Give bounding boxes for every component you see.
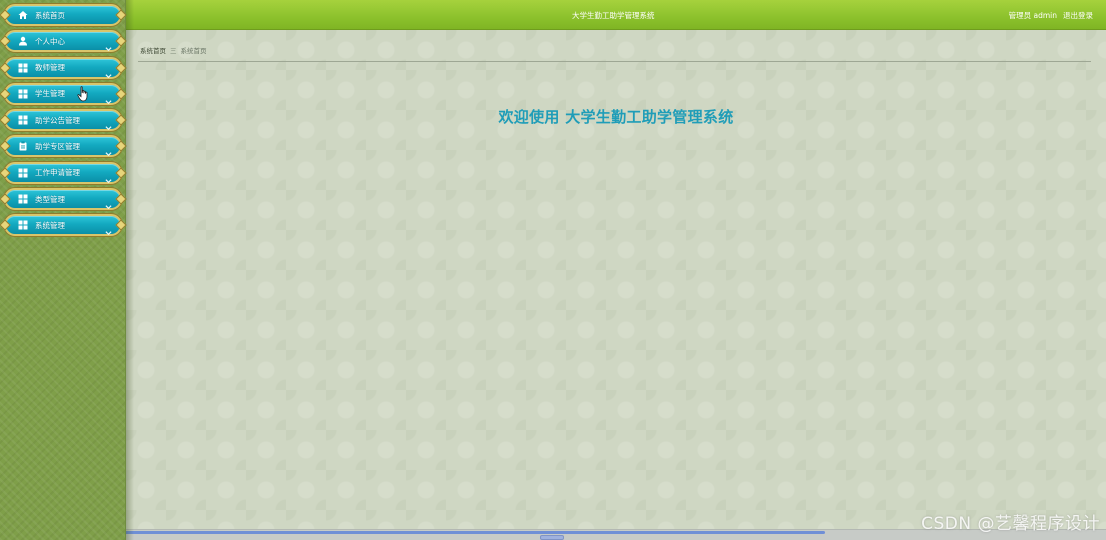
sidebar-menu: 系统首页 个人中心 教师管理 学生管理 助学公告管理 助学专区管理 工作申请管理… [4, 4, 122, 241]
sidebar-item-label: 助学专区管理 [35, 141, 80, 151]
breadcrumb-home-link[interactable]: 系统首页 [140, 45, 166, 55]
sidebar-item-profile[interactable]: 个人中心 [4, 30, 122, 53]
chevron-down-icon [105, 38, 112, 52]
sidebar-item-announcements[interactable]: 助学公告管理 [4, 109, 122, 132]
sidebar-item-types[interactable]: 类型管理 [4, 188, 122, 211]
home-icon [18, 10, 28, 20]
grid-icon [18, 89, 28, 99]
chevron-down-icon [105, 196, 112, 210]
main-content: 系统首页 三 系统首页 欢迎使用 大学生勤工助学管理系统 [126, 30, 1106, 530]
current-user-label: 管理员 admin [1008, 11, 1057, 20]
header-user-area: 管理员 admin 退出登录 [1009, 10, 1093, 21]
watermark-text: CSDN @艺馨程序设计 [921, 514, 1100, 534]
chevron-down-icon [105, 169, 112, 183]
sidebar-item-label: 类型管理 [35, 194, 65, 204]
grid-icon [18, 220, 28, 230]
sidebar-item-label: 教师管理 [35, 63, 65, 73]
top-header: 大学生勤工助学管理系统 管理员 admin 退出登录 [126, 0, 1106, 30]
logout-link[interactable]: 退出登录 [1063, 10, 1093, 21]
sidebar-item-label: 系统首页 [35, 10, 65, 20]
breadcrumb-current: 系统首页 [180, 47, 207, 55]
sidebar-item-teachers[interactable]: 教师管理 [4, 56, 122, 79]
breadcrumb-divider [138, 61, 1091, 62]
chevron-down-icon [105, 90, 112, 105]
sidebar-item-label: 工作申请管理 [35, 168, 80, 178]
sidebar-item-aid-zone[interactable]: 助学专区管理 [4, 135, 122, 158]
chevron-down-icon [105, 222, 112, 236]
sidebar: 系统首页 个人中心 教师管理 学生管理 助学公告管理 助学专区管理 工作申请管理… [0, 0, 126, 540]
chevron-down-icon [105, 143, 112, 157]
sidebar-item-job-applications[interactable]: 工作申请管理 [4, 161, 122, 184]
grid-icon [18, 194, 28, 204]
scrollbar-grip[interactable] [540, 535, 564, 540]
sidebar-item-label: 系统管理 [35, 220, 65, 230]
chevron-down-icon [105, 64, 112, 78]
welcome-heading: 欢迎使用 大学生勤工助学管理系统 [498, 108, 734, 126]
breadcrumb: 系统首页 三 系统首页 [140, 45, 207, 55]
hand-cursor-icon [77, 86, 89, 102]
app-title: 大学生勤工助学管理系统 [572, 11, 655, 20]
sidebar-item-system[interactable]: 系统管理 [4, 214, 122, 237]
clipboard-icon [18, 141, 28, 151]
sidebar-shadow [126, 0, 134, 540]
user-icon [18, 36, 28, 46]
sidebar-item-label: 个人中心 [35, 36, 65, 46]
sidebar-item-students[interactable]: 学生管理 [4, 82, 122, 105]
sidebar-item-label: 助学公告管理 [35, 115, 80, 125]
grid-icon [18, 168, 28, 178]
sidebar-item-home[interactable]: 系统首页 [4, 4, 122, 26]
breadcrumb-separator: 三 [170, 47, 177, 55]
grid-icon [18, 115, 28, 125]
grid-icon [18, 63, 28, 73]
chevron-down-icon [105, 117, 112, 131]
sidebar-item-label: 学生管理 [35, 89, 65, 99]
